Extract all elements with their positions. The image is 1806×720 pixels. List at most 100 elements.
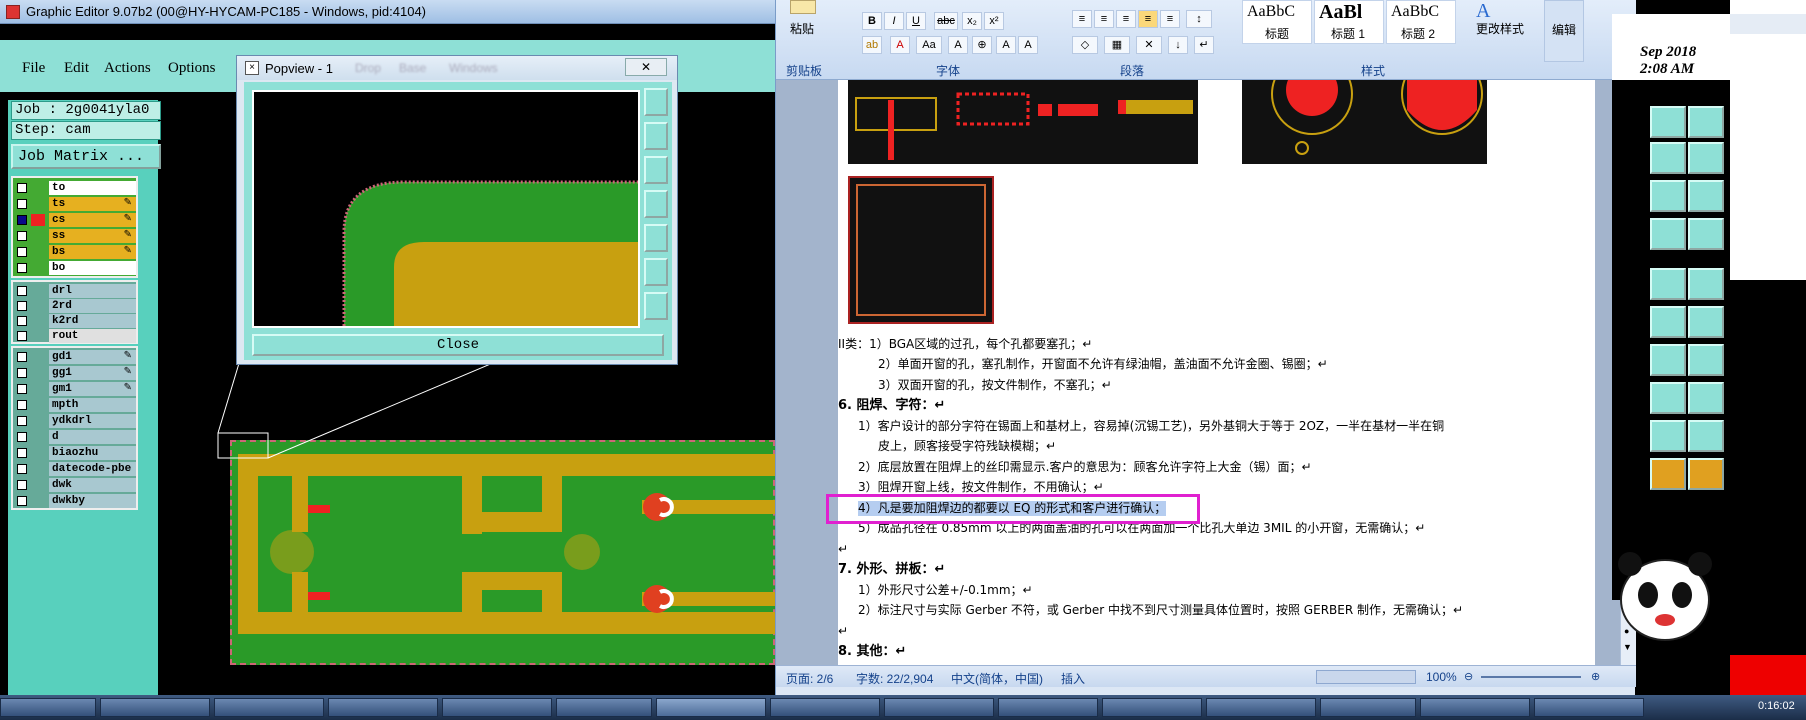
style-heading2[interactable]: AaBbC 标题 2 <box>1386 0 1456 44</box>
menu-options[interactable]: Options <box>168 60 216 77</box>
select-cursor-icon[interactable] <box>1650 458 1686 490</box>
line-tool-icon[interactable] <box>1650 306 1686 338</box>
layer-row[interactable]: bo <box>13 260 136 276</box>
line-tool-alt-icon[interactable] <box>1688 306 1724 338</box>
triangle-alt-icon[interactable] <box>1688 420 1724 452</box>
pan-left-icon[interactable] <box>644 190 668 218</box>
taskbar-button[interactable] <box>214 698 324 717</box>
layer-row[interactable]: biaozhu <box>13 445 136 461</box>
layer-checkbox[interactable] <box>17 448 27 458</box>
taskbar-button[interactable] <box>100 698 210 717</box>
popview-canvas[interactable] <box>252 90 640 328</box>
edit-group[interactable]: 编辑 <box>1544 0 1584 62</box>
change-styles-icon[interactable]: A <box>1476 0 1504 22</box>
pan-right-icon[interactable] <box>644 224 668 252</box>
zoom-in-icon[interactable] <box>644 258 668 286</box>
layer-row[interactable]: rout <box>13 328 136 344</box>
justify-icon[interactable]: ≡ <box>1138 10 1158 28</box>
shrink-font-icon[interactable]: A <box>1018 36 1038 54</box>
shading-icon[interactable]: ◇ <box>1072 36 1098 54</box>
arc-tool-icon[interactable] <box>1650 344 1686 376</box>
measure-alt-icon[interactable] <box>1688 218 1724 250</box>
font-color-icon[interactable]: A <box>890 36 910 54</box>
menu-edit[interactable]: Edit <box>64 60 89 77</box>
layer-checkbox[interactable] <box>17 400 27 410</box>
layer-checkbox[interactable] <box>17 416 27 426</box>
taskbar-button[interactable] <box>0 698 96 717</box>
home-icon[interactable] <box>1650 106 1686 138</box>
taskbar-button[interactable] <box>770 698 880 717</box>
taskbar-button[interactable] <box>556 698 652 717</box>
layer-row[interactable]: dwk <box>13 477 136 493</box>
taskbar-button[interactable] <box>442 698 552 717</box>
scale-icon[interactable] <box>1650 180 1686 212</box>
paste-label[interactable]: 粘贴 <box>790 20 814 37</box>
zoom-out-icon[interactable]: ⊖ <box>1464 670 1473 683</box>
change-styles-label[interactable]: 更改样式 <box>1476 20 1524 37</box>
superscript-button[interactable]: x² <box>984 12 1004 30</box>
snap-icon[interactable] <box>1650 142 1686 174</box>
measure-icon[interactable] <box>1650 218 1686 250</box>
italic-button[interactable]: I <box>884 12 904 30</box>
taskbar-button[interactable] <box>1102 698 1202 717</box>
layer-row[interactable]: to <box>13 180 136 196</box>
layer-row[interactable]: 2rd <box>13 298 136 314</box>
grow-font-icon[interactable]: A <box>996 36 1016 54</box>
layer-row[interactable]: gm1 ✎ <box>13 381 136 397</box>
layer-checkbox[interactable] <box>17 286 27 296</box>
view-buttons[interactable] <box>1316 670 1416 684</box>
text-tool-icon[interactable] <box>1688 344 1724 376</box>
mirror-icon[interactable] <box>1688 142 1724 174</box>
layer-row[interactable]: k2rd <box>13 313 136 329</box>
enclose-char-icon[interactable]: ⊕ <box>972 36 992 54</box>
borders-icon[interactable]: ▦ <box>1104 36 1130 54</box>
style-title[interactable]: AaBbC 标题 <box>1242 0 1312 44</box>
layer-checkbox[interactable] <box>17 301 27 311</box>
zoom-in-icon[interactable]: ⊕ <box>1591 670 1600 683</box>
taskbar-button[interactable] <box>1420 698 1530 717</box>
popview-menu-windows[interactable]: Windows <box>449 61 498 75</box>
insert-mode[interactable]: 插入 <box>1061 670 1085 687</box>
taskbar-button[interactable] <box>884 698 994 717</box>
change-case-icon[interactable]: Aa <box>916 36 942 54</box>
align-left-icon[interactable]: ≡ <box>1072 10 1092 28</box>
layer-checkbox[interactable] <box>17 247 27 257</box>
layer-checkbox[interactable] <box>17 316 27 326</box>
page-count[interactable]: 页面: 2/6 <box>786 670 833 687</box>
underline-button[interactable]: U <box>906 12 926 30</box>
word-count[interactable]: 字数: 22/2,904 <box>856 670 933 687</box>
pcb-board-view[interactable] <box>230 440 778 665</box>
layer-checkbox[interactable] <box>17 384 27 394</box>
highlight-icon[interactable]: ab <box>862 36 882 54</box>
zoom-level[interactable]: 100% <box>1426 670 1457 684</box>
window-controls[interactable] <box>1730 14 1806 34</box>
layer-row[interactable]: bs ✎ <box>13 244 136 260</box>
layer-checkbox[interactable] <box>17 199 27 209</box>
layer-row[interactable]: ydkdrl <box>13 413 136 429</box>
taskbar-button[interactable] <box>1206 698 1316 717</box>
menu-file[interactable]: File <box>22 60 45 77</box>
align-center-icon[interactable]: ≡ <box>1094 10 1114 28</box>
menu-actions[interactable]: Actions <box>104 60 151 77</box>
feature-icon[interactable] <box>1688 382 1724 414</box>
chinese-layout-icon[interactable]: ✕ <box>1136 36 1162 54</box>
close-button[interactable]: Close <box>252 334 664 356</box>
popview-menu-base[interactable]: Base <box>399 61 426 75</box>
layer-row[interactable]: cs ✎ <box>13 212 136 228</box>
layer-checkbox[interactable] <box>17 183 27 193</box>
pad-icon[interactable] <box>1688 268 1724 300</box>
taskbar-clock[interactable]: 0:16:02 <box>1758 700 1795 712</box>
layer-row[interactable]: gg1 ✎ <box>13 365 136 381</box>
taskbar-button[interactable] <box>1534 698 1644 717</box>
job-field[interactable]: Job : 2g0041yla0 <box>11 101 161 120</box>
char-shading-icon[interactable]: A <box>948 36 968 54</box>
distribute-icon[interactable]: ≡ <box>1160 10 1180 28</box>
layer-checkbox[interactable] <box>17 496 27 506</box>
pan-down-icon[interactable] <box>644 156 668 184</box>
pan-up-icon[interactable] <box>644 122 668 150</box>
layer-checkbox[interactable] <box>17 368 27 378</box>
popview-title-bar[interactable]: × Popview - 1 Drop Base Windows ✕ <box>237 56 677 80</box>
layer-checkbox[interactable] <box>17 352 27 362</box>
close-icon[interactable]: ✕ <box>625 58 667 76</box>
layer-row[interactable]: d <box>13 429 136 445</box>
